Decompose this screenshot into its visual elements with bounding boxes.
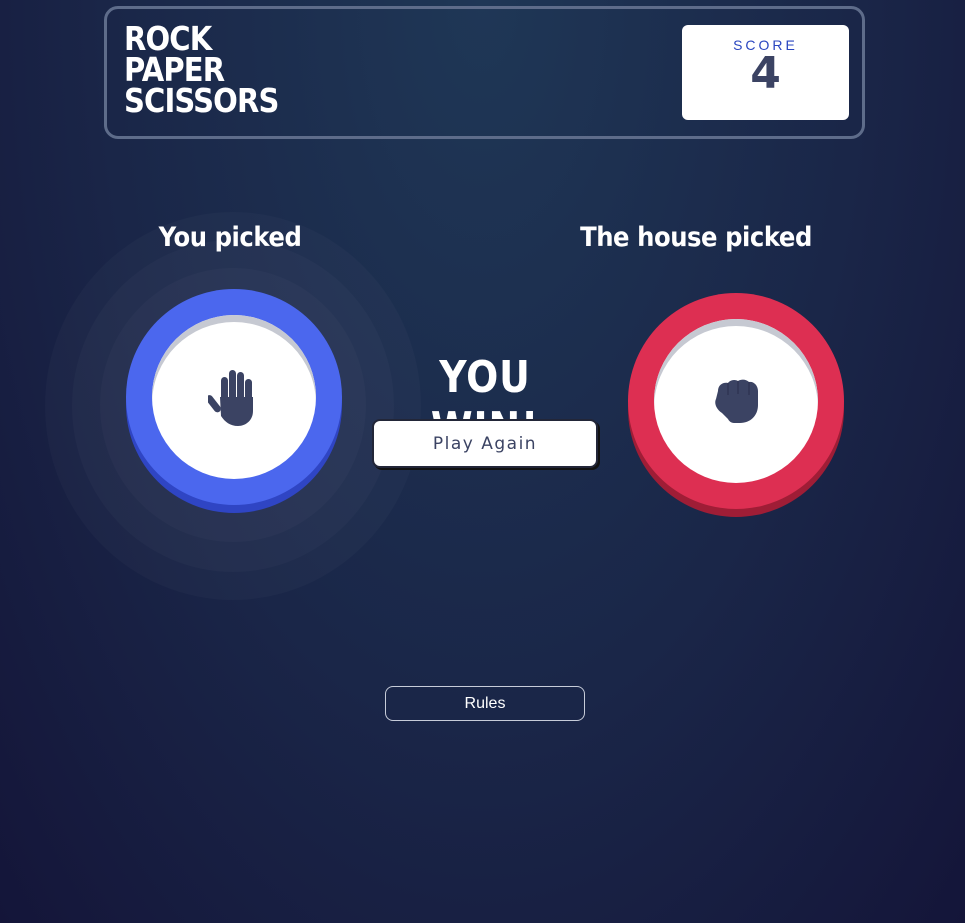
house-pick-rock-token bbox=[628, 293, 844, 509]
score-value: 4 bbox=[750, 48, 781, 99]
player-pick-paper-token bbox=[126, 289, 342, 505]
rock-token-face bbox=[654, 319, 818, 483]
score-box: SCORE 4 bbox=[682, 25, 849, 120]
title-line-scissors: SCISSORS bbox=[124, 81, 279, 120]
hand-paper-icon bbox=[208, 370, 253, 426]
house-picked-label: The house picked bbox=[580, 222, 812, 253]
game-header: ROCK PAPER SCISSORS SCORE 4 bbox=[104, 6, 865, 139]
play-again-button[interactable]: Play Again bbox=[372, 419, 598, 468]
game-title-logo: ROCK PAPER SCISSORS bbox=[124, 22, 279, 120]
paper-token-face bbox=[152, 315, 316, 479]
hand-rock-icon bbox=[715, 379, 758, 423]
rules-button[interactable]: Rules bbox=[385, 686, 585, 721]
